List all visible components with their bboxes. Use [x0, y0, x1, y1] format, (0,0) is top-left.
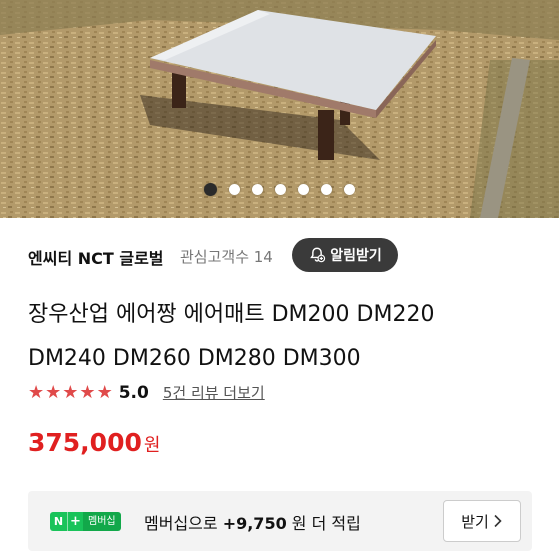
carousel-dot[interactable] [204, 183, 217, 196]
rating-row: ★ ★ ★ ★ ★ 5.0 5건 리뷰 더보기 [28, 382, 265, 403]
carousel-indicator [0, 183, 559, 196]
star-rating: ★ ★ ★ ★ ★ [28, 381, 113, 403]
seller-name[interactable]: 엔씨티 NCT 글로벌 [28, 245, 164, 269]
membership-benefit-box: N + 멤버십 멤버십으로 +9,750 원 더 적립 받기 [28, 491, 532, 551]
carousel-dot[interactable] [298, 184, 309, 195]
star-icon: ★ [28, 381, 45, 403]
product-image-carousel[interactable] [0, 0, 559, 218]
product-title-line: 장우산업 에어짱 에어매트 DM200 DM220 [28, 302, 435, 327]
carousel-dot[interactable] [229, 184, 240, 195]
star-icon: ★ [79, 381, 96, 403]
membership-badge-label: 멤버십 [83, 512, 121, 531]
carousel-dot[interactable] [275, 184, 286, 195]
receive-button-label: 받기 [461, 512, 489, 531]
chevron-right-icon [494, 514, 502, 528]
receive-button[interactable]: 받기 [443, 500, 521, 542]
reviews-link[interactable]: 5건 리뷰 더보기 [163, 382, 265, 403]
price-value: 375,000 [28, 428, 142, 457]
star-icon: ★ [96, 381, 113, 403]
alarm-button-label: 알림받기 [330, 248, 382, 264]
star-icon: ★ [62, 381, 79, 403]
interest-count: 관심고객수 14 [180, 248, 273, 266]
carousel-dot[interactable] [321, 184, 332, 195]
product-title: 장우산업 에어짱 에어매트 DM200 DM220 DM240 DM260 DM… [28, 293, 538, 381]
plus-icon: + [67, 512, 83, 531]
carousel-dot[interactable] [252, 184, 263, 195]
membership-text-suffix: 원 더 적립 [286, 514, 361, 533]
star-icon: ★ [45, 381, 62, 403]
carousel-dot[interactable] [344, 184, 355, 195]
price: 375,000 원 [28, 428, 160, 457]
naver-n-icon: N [50, 512, 67, 531]
rating-score: 5.0 [118, 382, 149, 403]
product-title-line: DM240 DM260 DM280 DM300 [28, 346, 361, 371]
price-unit: 원 [143, 435, 161, 456]
membership-points: +9,750 [222, 514, 287, 533]
membership-text-prefix: 멤버십으로 [144, 514, 223, 533]
membership-points-text: 멤버십으로 +9,750 원 더 적립 [144, 510, 361, 534]
alarm-button[interactable]: 알림받기 [292, 238, 398, 272]
bell-plus-icon [310, 247, 326, 263]
naver-plus-membership-badge: N + 멤버십 [50, 512, 121, 531]
